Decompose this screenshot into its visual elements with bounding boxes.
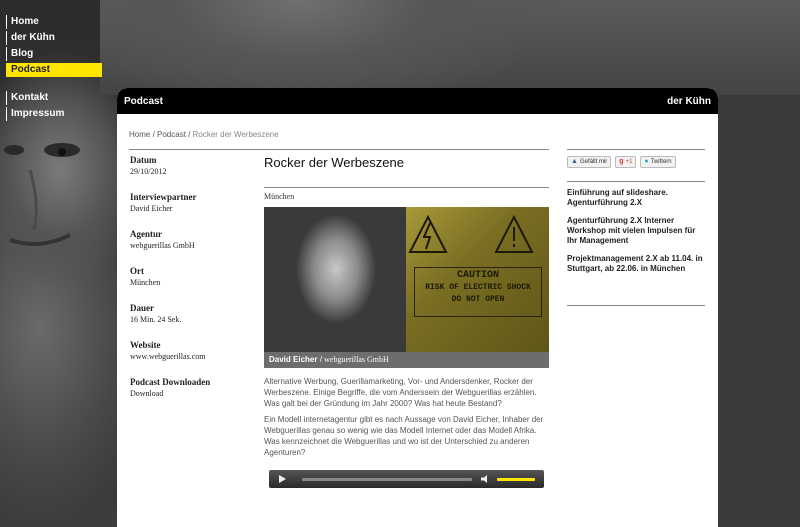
nav-item-blog[interactable]: Blog xyxy=(6,47,102,61)
portrait-face-illustration xyxy=(4,143,80,246)
breadcrumb-current: Rocker der Werbeszene xyxy=(192,130,279,139)
sidebar-link[interactable]: Projektmanagement 2.X ab 11.04. in Stutt… xyxy=(567,254,707,274)
audio-player xyxy=(269,470,544,488)
article-paragraph-2: Ein Modell internetagentur gibt es nach … xyxy=(264,415,544,457)
sign-line: CAUTION xyxy=(456,270,499,281)
content-panel: Podcast der Kühn Home / Podcast / Rocker… xyxy=(117,88,718,527)
panel-header: Podcast der Kühn xyxy=(117,88,718,114)
breadcrumb-separator: / xyxy=(150,130,158,139)
sidebar: ▲ Gefällt mir g +1 ● Twittern Einführung… xyxy=(567,156,707,282)
sidebar-link[interactable]: Einführung auf slideshare. Agenturführun… xyxy=(567,188,707,208)
breadcrumb: Home / Podcast / Rocker der Werbeszene xyxy=(129,130,279,139)
meta-label: Dauer xyxy=(130,303,154,313)
breadcrumb-podcast[interactable]: Podcast xyxy=(157,130,186,139)
article-title: Rocker der Werbeszene xyxy=(264,155,404,170)
divider-sidebar-top xyxy=(567,149,705,150)
sign-line: DO NOT OPEN xyxy=(451,295,505,304)
article-photo: CAUTION RISK OF ELECTRIC SHOCK DO NOT OP… xyxy=(264,207,549,352)
gplus-label: +1 xyxy=(625,159,633,165)
play-icon[interactable] xyxy=(279,475,286,483)
article-paragraph-1: Alternative Werbung, Guerillamarketing, … xyxy=(264,377,537,408)
google-icon: g xyxy=(619,158,624,165)
article-city: München xyxy=(264,192,295,201)
podcast-meta: Datum 29/10/2012 Interviewpartner David … xyxy=(130,155,240,414)
google-plus-button[interactable]: g +1 xyxy=(615,156,637,168)
meta-ort: Ort München xyxy=(130,266,240,287)
twitter-button[interactable]: ● Twittern xyxy=(640,156,676,168)
meta-label: Website xyxy=(130,340,161,350)
meta-value: webguerillas GmbH xyxy=(130,241,195,250)
meta-label: Ort xyxy=(130,266,144,276)
volume-slider[interactable] xyxy=(497,478,535,481)
article: Rocker der Werbeszene München CAUTION RI… xyxy=(264,155,549,488)
share-buttons: ▲ Gefällt mir g +1 ● Twittern xyxy=(567,156,707,168)
divider-sidebar-bottom xyxy=(567,305,705,306)
thumbs-up-icon: ▲ xyxy=(571,158,578,165)
meta-dauer: Dauer 16 Min. 24 Sek. xyxy=(130,303,240,324)
meta-interviewpartner: Interviewpartner David Eicher xyxy=(130,192,240,213)
divider-top xyxy=(129,149,549,150)
twitter-bird-icon: ● xyxy=(644,158,649,165)
meta-label: Interviewpartner xyxy=(130,192,197,202)
meta-agentur: Agentur webguerillas GmbH xyxy=(130,229,240,250)
download-link[interactable]: Download xyxy=(130,389,240,398)
caption-org: webguerillas GmbH xyxy=(324,355,389,364)
like-label: Gefällt mir xyxy=(579,159,608,165)
breadcrumb-separator: / xyxy=(185,130,193,139)
warning-triangle-icon xyxy=(408,214,534,253)
nav-item-kontakt[interactable]: Kontakt xyxy=(6,91,102,105)
facebook-like-button[interactable]: ▲ Gefällt mir xyxy=(567,156,612,168)
nav-item-podcast[interactable]: Podcast xyxy=(6,63,102,77)
photo-caption: David Eicher / webguerillas GmbH xyxy=(264,352,549,368)
twitter-label: Twittern xyxy=(650,159,672,165)
website-link[interactable]: www.webguerillas.com xyxy=(130,352,240,361)
sidebar-link[interactable]: Agenturführung 2.X Interner Workshop mit… xyxy=(567,216,707,246)
meta-value: 16 Min. 24 Sek. xyxy=(130,315,182,324)
nav-item-impressum[interactable]: Impressum xyxy=(6,107,102,121)
caution-sign: CAUTION RISK OF ELECTRIC SHOCK DO NOT OP… xyxy=(414,267,542,317)
main-nav: Home der Kühn Blog Podcast Kontakt Impre… xyxy=(6,15,102,123)
meta-label: Datum xyxy=(130,155,157,165)
panel-header-right[interactable]: der Kühn xyxy=(667,96,711,107)
meta-value: David Eicher xyxy=(130,204,173,213)
meta-value: 29/10/2012 xyxy=(130,167,167,176)
meta-download: Podcast Downloaden Download xyxy=(130,377,240,398)
meta-value: München xyxy=(130,278,161,287)
sign-line: RISK OF ELECTRIC SHOCK xyxy=(425,283,531,292)
meta-datum: Datum 29/10/2012 xyxy=(130,155,240,176)
meta-label: Podcast Downloaden xyxy=(130,377,211,387)
panel-header-title: Podcast xyxy=(124,95,163,107)
nav-item-der-kuehn[interactable]: der Kühn xyxy=(6,31,102,45)
breadcrumb-home[interactable]: Home xyxy=(129,130,150,139)
nav-item-home[interactable]: Home xyxy=(6,15,102,29)
meta-website: Website www.webguerillas.com xyxy=(130,340,240,361)
volume-icon[interactable] xyxy=(481,475,491,483)
meta-label: Agentur xyxy=(130,229,162,239)
caption-name: David Eicher xyxy=(269,355,318,364)
caution-sign-photo: CAUTION RISK OF ELECTRIC SHOCK DO NOT OP… xyxy=(406,207,549,352)
sidebar-links: Einführung auf slideshare. Agenturführun… xyxy=(567,188,707,274)
portrait-photo xyxy=(264,207,406,352)
seek-bar[interactable] xyxy=(302,478,472,481)
background-top xyxy=(100,0,800,95)
